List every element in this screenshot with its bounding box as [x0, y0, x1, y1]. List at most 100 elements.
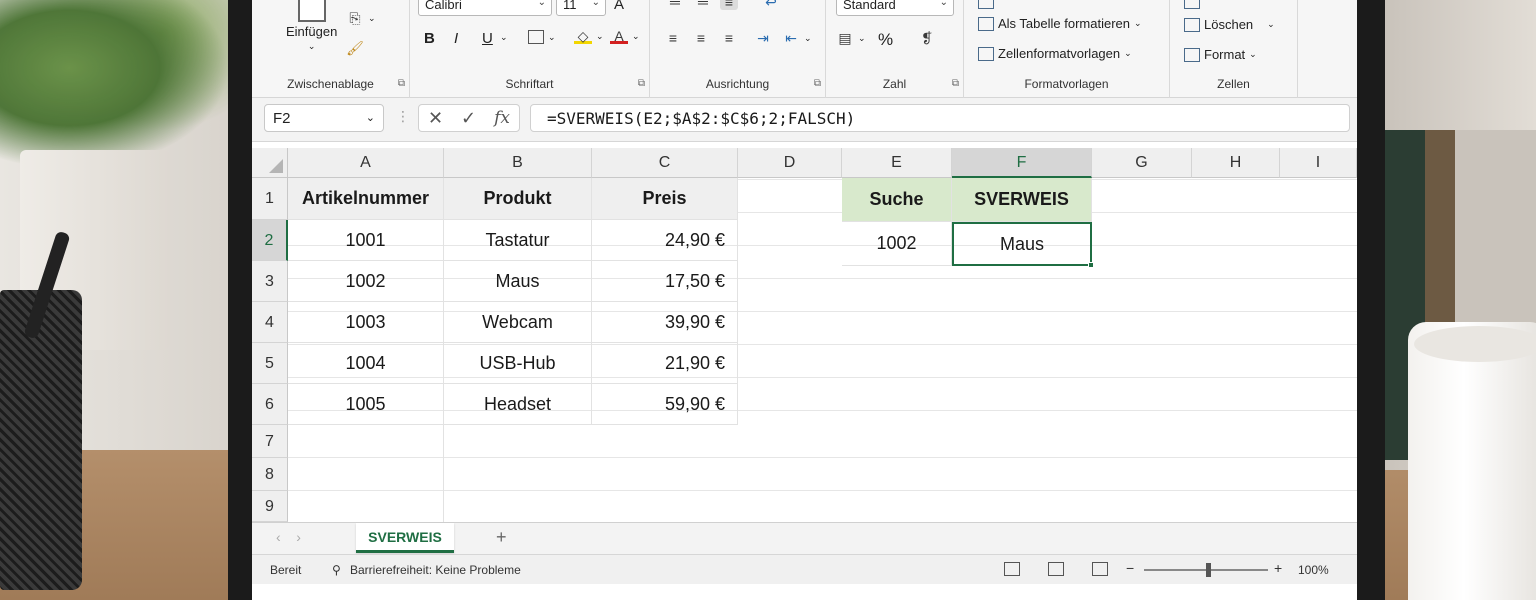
- table-cell[interactable]: 1001: [288, 220, 444, 261]
- insert-function-button[interactable]: fx: [494, 108, 510, 128]
- more-icon[interactable]: ⋮: [396, 108, 410, 125]
- align-top-button[interactable]: ═: [666, 0, 684, 10]
- sheet-nav-arrows[interactable]: ‹ ›: [276, 529, 301, 545]
- column-header-d[interactable]: D: [738, 148, 842, 178]
- align-bottom-button[interactable]: ≡: [720, 0, 738, 10]
- accessibility-status[interactable]: Barrierefreiheit: Keine Probleme: [350, 563, 521, 577]
- column-header-e[interactable]: E: [842, 148, 952, 178]
- normal-view-icon[interactable]: [1004, 562, 1020, 576]
- table-cell[interactable]: 1004: [288, 343, 444, 384]
- font-color-button[interactable]: A ⌄: [610, 28, 640, 44]
- fill-handle[interactable]: [1088, 262, 1094, 268]
- header-cell-artikelnummer[interactable]: Artikelnummer: [288, 178, 444, 220]
- table-cell[interactable]: Headset: [444, 384, 592, 425]
- column-header-c[interactable]: C: [592, 148, 738, 178]
- table-cell[interactable]: 1002: [288, 261, 444, 302]
- font-name-select[interactable]: Calibri ⌄: [418, 0, 552, 16]
- table-cell[interactable]: Webcam: [444, 302, 592, 343]
- decimal-button[interactable]: ❡: [918, 30, 936, 46]
- delete-button[interactable]: Löschen ⌄: [1184, 17, 1275, 32]
- format-painter-button[interactable]: 🖌: [346, 40, 364, 56]
- align-center-button[interactable]: ≡: [692, 30, 710, 46]
- align-left-button[interactable]: ≡: [664, 30, 682, 46]
- underline-dropdown[interactable]: ⌄: [500, 32, 508, 43]
- zoom-out-button[interactable]: −: [1126, 560, 1134, 576]
- borders-button[interactable]: ⌄: [528, 30, 556, 44]
- format-button[interactable]: Format ⌄: [1184, 47, 1257, 62]
- zoom-level[interactable]: 100%: [1298, 563, 1329, 577]
- dialog-launcher-icon[interactable]: ⧉: [638, 78, 645, 89]
- page-layout-icon[interactable]: [1048, 562, 1064, 576]
- align-right-button[interactable]: ≡: [720, 30, 738, 46]
- bold-button[interactable]: B: [424, 30, 435, 47]
- chevron-down-icon: ⌄: [939, 0, 948, 8]
- insert-button[interactable]: ▔▔▔▔▔▔: [1184, 0, 1264, 10]
- row-header-4[interactable]: 4: [252, 302, 288, 343]
- column-header-g[interactable]: G: [1092, 148, 1192, 178]
- font-grow-icon: A: [614, 0, 625, 13]
- row-header-5[interactable]: 5: [252, 343, 288, 384]
- table-cell[interactable]: 24,90 €: [592, 220, 738, 261]
- table-cell[interactable]: 1003: [288, 302, 444, 343]
- row-header-1[interactable]: 1: [252, 178, 288, 220]
- column-header-i[interactable]: I: [1280, 148, 1357, 178]
- paste-button[interactable]: Einfügen ⌄: [286, 0, 337, 52]
- merge-button[interactable]: ⇤ ⌄: [782, 30, 811, 46]
- number-format-select[interactable]: Standard ⌄: [836, 0, 954, 16]
- percent-button[interactable]: %: [878, 30, 893, 50]
- add-sheet-button[interactable]: +: [496, 527, 507, 548]
- increase-font-button[interactable]: A: [614, 0, 624, 13]
- table-cell[interactable]: 1005: [288, 384, 444, 425]
- indent-button[interactable]: ⇥: [754, 30, 772, 46]
- row-header-8[interactable]: 8: [252, 458, 288, 491]
- row-header-3[interactable]: 3: [252, 261, 288, 302]
- formula-input[interactable]: =SVERWEIS(E2;$A$2:$C$6;2;FALSCH): [530, 104, 1350, 132]
- zoom-in-button[interactable]: +: [1274, 560, 1282, 576]
- format-as-table-button[interactable]: Als Tabelle formatieren ⌄: [978, 16, 1142, 31]
- table-cell[interactable]: 39,90 €: [592, 302, 738, 343]
- row-header-2[interactable]: 2: [252, 220, 288, 261]
- font-group-label: Schriftart: [505, 77, 554, 91]
- row-header-7[interactable]: 7: [252, 425, 288, 458]
- fill-color-button[interactable]: ◇ ⌄: [574, 28, 604, 44]
- zoom-slider-knob[interactable]: [1206, 563, 1211, 577]
- row-header-6[interactable]: 6: [252, 384, 288, 425]
- search-value-cell[interactable]: 1002: [842, 222, 952, 266]
- result-header-cell[interactable]: SVERWEIS: [952, 178, 1092, 222]
- table-cell[interactable]: 17,50 €: [592, 261, 738, 302]
- select-all-button[interactable]: [252, 148, 288, 178]
- search-header-cell[interactable]: Suche: [842, 178, 952, 222]
- cancel-icon[interactable]: ✕: [428, 108, 443, 129]
- dialog-launcher-icon[interactable]: ⧉: [952, 78, 959, 89]
- column-header-h[interactable]: H: [1192, 148, 1280, 178]
- column-header-b[interactable]: B: [444, 148, 592, 178]
- table-cell[interactable]: 21,90 €: [592, 343, 738, 384]
- name-box[interactable]: F2 ⌄: [264, 104, 384, 132]
- italic-button[interactable]: I: [454, 30, 458, 47]
- insert-icon: [1184, 0, 1200, 9]
- result-value-cell[interactable]: Maus: [952, 222, 1092, 266]
- page-break-icon[interactable]: [1092, 562, 1108, 576]
- column-header-f[interactable]: F: [952, 148, 1092, 178]
- conditional-format-button[interactable]: ▔▔▔▔▔▔▔▔▔▔▔▔▔: [978, 0, 1128, 10]
- header-cell-produkt[interactable]: Produkt: [444, 178, 592, 220]
- table-cell[interactable]: USB-Hub: [444, 343, 592, 384]
- table-cell[interactable]: Tastatur: [444, 220, 592, 261]
- currency-button[interactable]: ▤ ⌄: [836, 30, 865, 46]
- header-cell-preis[interactable]: Preis: [592, 178, 738, 220]
- orientation-button[interactable]: ↩: [762, 0, 780, 10]
- table-cell[interactable]: Maus: [444, 261, 592, 302]
- align-middle-button[interactable]: ═: [694, 0, 712, 10]
- sheet-tab-sverweis[interactable]: SVERWEIS: [356, 523, 454, 553]
- dialog-launcher-icon[interactable]: ⧉: [398, 78, 405, 89]
- underline-button[interactable]: U: [482, 30, 493, 47]
- table-cell[interactable]: 59,90 €: [592, 384, 738, 425]
- column-header-a[interactable]: A: [288, 148, 444, 178]
- check-icon[interactable]: ✓: [461, 108, 476, 129]
- number-format-value: Standard: [843, 0, 896, 12]
- dialog-launcher-icon[interactable]: ⧉: [814, 78, 821, 89]
- font-size-select[interactable]: 11 ⌄: [556, 0, 606, 16]
- cell-styles-button[interactable]: Zellenformatvorlagen ⌄: [978, 46, 1132, 61]
- copy-button[interactable]: ⎘ ⌄: [346, 10, 375, 26]
- row-header-9[interactable]: 9: [252, 491, 288, 522]
